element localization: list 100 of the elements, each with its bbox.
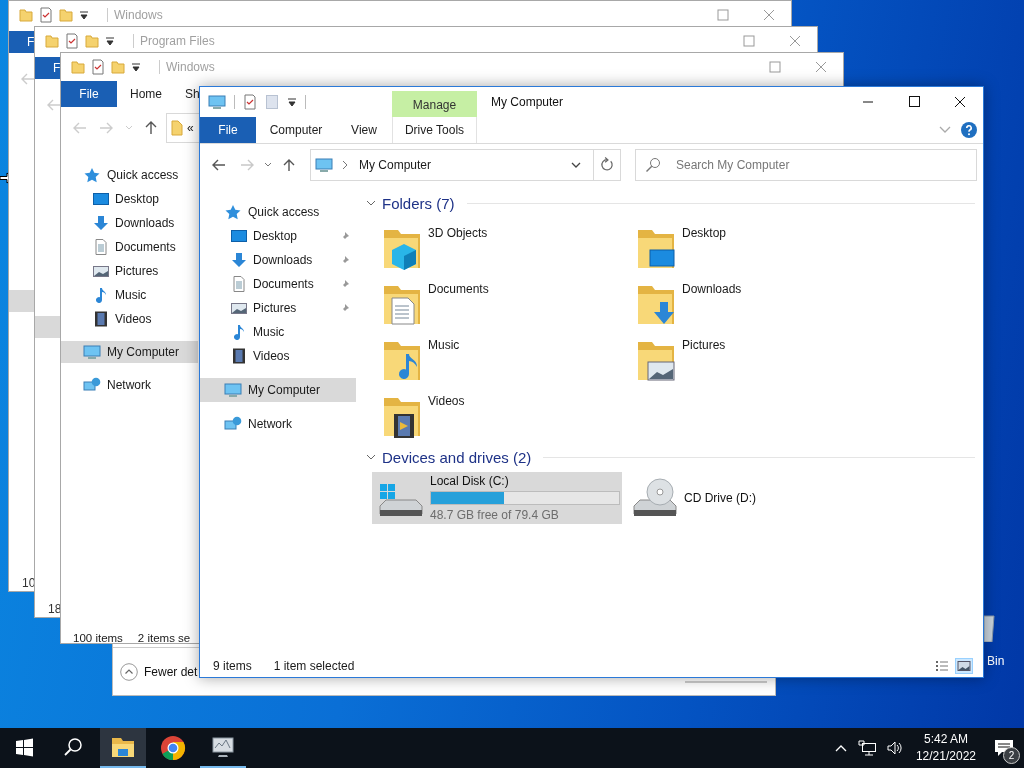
nav-item[interactable]: My Computer — [200, 378, 356, 402]
checklist-icon[interactable] — [243, 94, 257, 110]
checklist-icon — [91, 59, 105, 75]
address-bar[interactable]: « — [166, 113, 199, 143]
help-icon[interactable] — [961, 122, 977, 138]
close-button[interactable] — [763, 9, 775, 21]
film-icon — [231, 348, 247, 364]
free-space-text: 48.7 GB free of 79.4 GB — [430, 508, 560, 522]
network-icon — [83, 377, 101, 393]
dropdown-icon[interactable] — [131, 62, 141, 72]
folder-icon — [110, 735, 136, 759]
file-explorer-taskbar-button[interactable] — [100, 728, 146, 768]
computer-icon — [83, 344, 101, 360]
dropdown-icon[interactable] — [105, 36, 115, 46]
nav-item[interactable]: Music — [61, 283, 198, 307]
address-bar[interactable]: My Computer — [310, 149, 593, 181]
checklist-icon — [39, 7, 53, 23]
nav-item[interactable]: Pictures — [61, 259, 198, 283]
checklist-icon — [65, 33, 79, 49]
ribbon-tab[interactable]: Sh — [175, 81, 200, 107]
nav-item[interactable]: Network — [200, 412, 356, 436]
nav-item[interactable]: Downloads — [61, 211, 198, 235]
network-icon — [224, 416, 242, 432]
nav-item[interactable]: Videos — [200, 344, 356, 368]
fewer-details-button[interactable]: Fewer det — [120, 663, 198, 681]
folder-icon — [111, 60, 125, 74]
computer-icon — [208, 94, 226, 110]
refresh-button[interactable] — [593, 149, 621, 181]
folder-item[interactable]: Documents — [382, 276, 636, 332]
picture-icon — [231, 300, 247, 316]
up-arrow-button[interactable] — [145, 121, 157, 135]
window-title: Windows — [107, 8, 163, 22]
music-note-icon — [231, 324, 247, 340]
collapse-chevron-icon[interactable] — [366, 198, 376, 208]
folder-item[interactable]: Music — [382, 332, 636, 388]
folder-item[interactable]: Desktop — [636, 220, 890, 276]
status-text: 2 items se — [137, 632, 191, 643]
nav-item[interactable]: Documents — [61, 235, 198, 259]
ribbon-tab[interactable]: File — [200, 117, 256, 143]
download-arrow-icon — [231, 252, 247, 268]
folder-icon — [45, 34, 59, 48]
ribbon-tab[interactable]: Drive Tools — [392, 117, 477, 143]
folder-item[interactable]: Downloads — [636, 276, 890, 332]
selection-count: 1 item selected — [273, 658, 355, 673]
nav-item[interactable]: Desktop — [200, 224, 356, 248]
folder-item[interactable]: Videos — [382, 388, 636, 444]
star-icon — [224, 204, 242, 220]
status-text: 100 items — [73, 632, 123, 643]
contextual-tab-group: Manage — [392, 91, 477, 117]
search-field[interactable]: Search My Computer — [635, 149, 977, 181]
volume-icon[interactable] — [885, 740, 904, 756]
folder-icon — [71, 60, 85, 74]
folder-icon — [19, 8, 33, 22]
close-button[interactable] — [815, 61, 827, 73]
cut-off-tab[interactable]: F — [35, 57, 61, 79]
download-arrow-icon — [93, 215, 109, 231]
clock[interactable]: 5:42 AM 12/21/2022 — [915, 731, 976, 765]
window-title: Program Files — [133, 34, 215, 48]
folder-item[interactable]: 3D Objects — [382, 220, 636, 276]
folder-item[interactable]: Pictures — [636, 332, 890, 388]
nav-item[interactable]: Quick access — [200, 200, 356, 224]
ribbon-tab[interactable]: View — [336, 117, 392, 143]
nav-item[interactable]: Downloads — [200, 248, 356, 272]
star-icon — [83, 167, 101, 183]
show-hidden-icons-button[interactable] — [833, 743, 848, 753]
back-arrow-button[interactable] — [212, 158, 226, 172]
search-icon — [645, 157, 661, 173]
computer-icon — [224, 382, 242, 398]
ribbon-tab[interactable]: Home — [117, 81, 175, 107]
nav-item[interactable]: Documents — [200, 272, 356, 296]
window-title: Windows — [159, 60, 215, 74]
ribbon-tab[interactable]: Computer — [256, 117, 336, 143]
folder-icon — [85, 34, 99, 48]
group-header[interactable]: Folders (7) — [382, 194, 455, 212]
close-button[interactable] — [789, 35, 801, 47]
drive-item[interactable]: Local Disk (C:) 48.7 GB free of 79.4 GB — [372, 472, 622, 524]
notification-badge: 2 — [1003, 747, 1020, 764]
recent-dropdown-button[interactable] — [264, 162, 272, 168]
group-header[interactable]: Devices and drives (2) — [382, 448, 532, 466]
nav-item[interactable]: Desktop — [61, 187, 198, 211]
cut-off-tab[interactable]: F — [9, 31, 35, 53]
desktop-icon-label[interactable]: Bin — [987, 654, 1005, 668]
drive-item[interactable]: CD Drive (D:) — [626, 472, 876, 524]
large-icons-view-button[interactable] — [955, 657, 973, 674]
nav-item[interactable]: Quick access — [61, 163, 198, 187]
nav-item[interactable]: Music — [200, 320, 356, 344]
nav-item[interactable]: My Computer — [61, 341, 198, 363]
film-icon — [93, 311, 109, 327]
nav-item[interactable]: Videos — [61, 307, 198, 331]
up-arrow-button[interactable] — [282, 158, 296, 172]
item-count: 9 items — [213, 658, 252, 673]
notification-center-button[interactable]: 2 — [984, 728, 1024, 768]
chevron-up-circle-icon — [120, 663, 138, 681]
network-icon[interactable] — [857, 740, 876, 756]
dropdown-icon[interactable] — [79, 10, 89, 20]
dropdown-icon[interactable] — [287, 97, 297, 107]
nav-item[interactable]: Pictures — [200, 296, 356, 320]
nav-item[interactable]: Network — [61, 373, 198, 397]
browser-icon — [160, 735, 186, 761]
collapse-chevron-icon[interactable] — [366, 452, 376, 462]
